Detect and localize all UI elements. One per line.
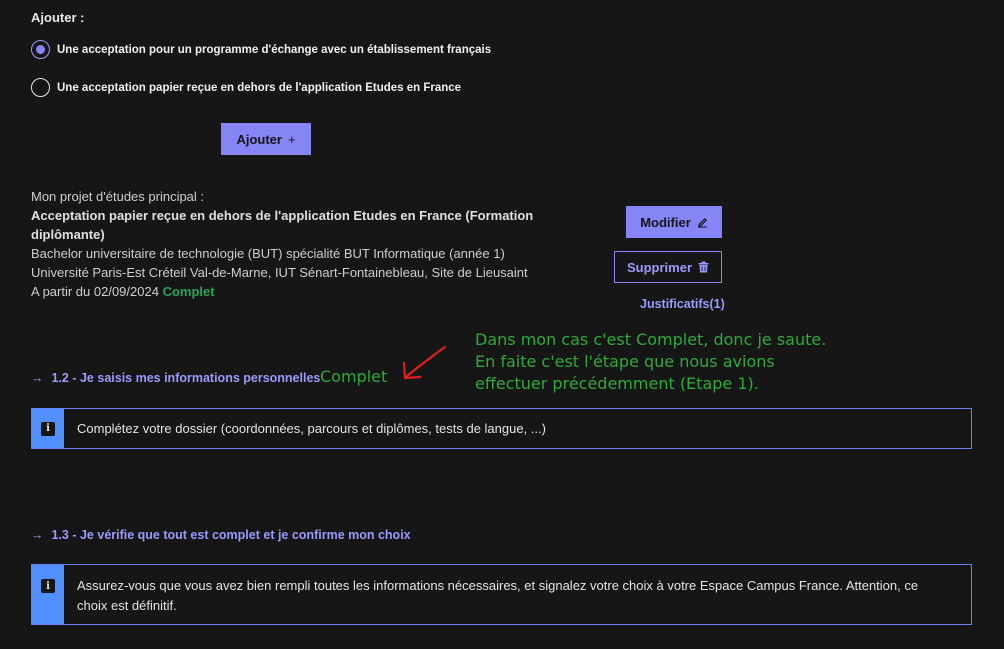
add-button-label: Ajouter [236,131,282,147]
project-heading: Mon projet d'études principal : [31,189,205,204]
step-1-3-title[interactable]: 1.3 - Je vérifie que tout est complet et… [52,528,411,542]
radio-exchange-program[interactable]: Une acceptation pour un programme d'écha… [31,40,491,59]
project-status-badge: Complet [162,284,215,299]
notice-dossier: i Complétez votre dossier (coordonnées, … [31,408,972,449]
annotation-line: Dans mon cas c'est Complet, donc je saut… [475,330,827,349]
modify-button-label: Modifier [640,214,691,230]
plus-icon: + [287,131,296,147]
project-start: A partir du 02/09/2024 Complet [31,282,591,301]
annotation-arrow-icon [402,345,447,380]
project-summary: Mon projet d'études principal : Acceptat… [31,187,591,301]
trash-icon [698,261,709,273]
add-section-label: Ajouter : [31,10,85,25]
info-icon: i [41,579,55,593]
notice-bar: i [32,409,64,448]
add-button[interactable]: Ajouter + [221,123,311,155]
notice-dossier-text: Complétez votre dossier (coordonnées, pa… [77,420,546,436]
project-start-date: A partir du 02/09/2024 [31,284,159,299]
pencil-icon [697,217,707,228]
radio-paper-acceptance[interactable]: Une acceptation papier reçue en dehors d… [31,78,461,97]
delete-button[interactable]: Supprimer [614,251,722,283]
radio-exchange-label[interactable]: Une acceptation pour un programme d'écha… [57,44,491,56]
project-institution: Université Paris-Est Créteil Val-de-Marn… [31,265,528,280]
notice-confirm-text: Assurez-vous que vous avez bien rempli t… [77,578,919,613]
arrow-right-icon: → [31,528,44,542]
annotation-complete-label: Complet [320,367,388,386]
notice-bar: i [32,565,64,624]
annotation-line: En faite c'est l'étape que nous avions [475,352,775,371]
info-icon: i [41,421,55,436]
delete-button-label: Supprimer [626,259,692,275]
step-1-2-title[interactable]: 1.2 - Je saisis mes informations personn… [52,371,321,385]
step-1-3-link[interactable]: → 1.3 - Je vérifie que tout est complet … [31,528,411,542]
notice-confirm: i Assurez-vous que vous avez bien rempli… [31,564,972,625]
project-title: Acceptation papier reçue en dehors de l'… [31,208,534,242]
modify-button[interactable]: Modifier [626,206,722,238]
radio-unchecked-icon[interactable] [31,78,50,97]
radio-checked-icon[interactable] [31,40,50,59]
annotation-line: effectuer précédemment (Etape 1). [475,374,759,393]
project-program: Bachelor universitaire de technologie (B… [31,246,505,261]
step-1-2-link[interactable]: → 1.2 - Je saisis mes informations perso… [31,371,320,385]
annotation-note: Dans mon cas c'est Complet, donc je saut… [475,329,835,395]
justificatifs-link[interactable]: Justificatifs(1) [640,297,725,311]
arrow-right-icon: → [31,371,44,385]
radio-paper-label[interactable]: Une acceptation papier reçue en dehors d… [57,82,461,94]
